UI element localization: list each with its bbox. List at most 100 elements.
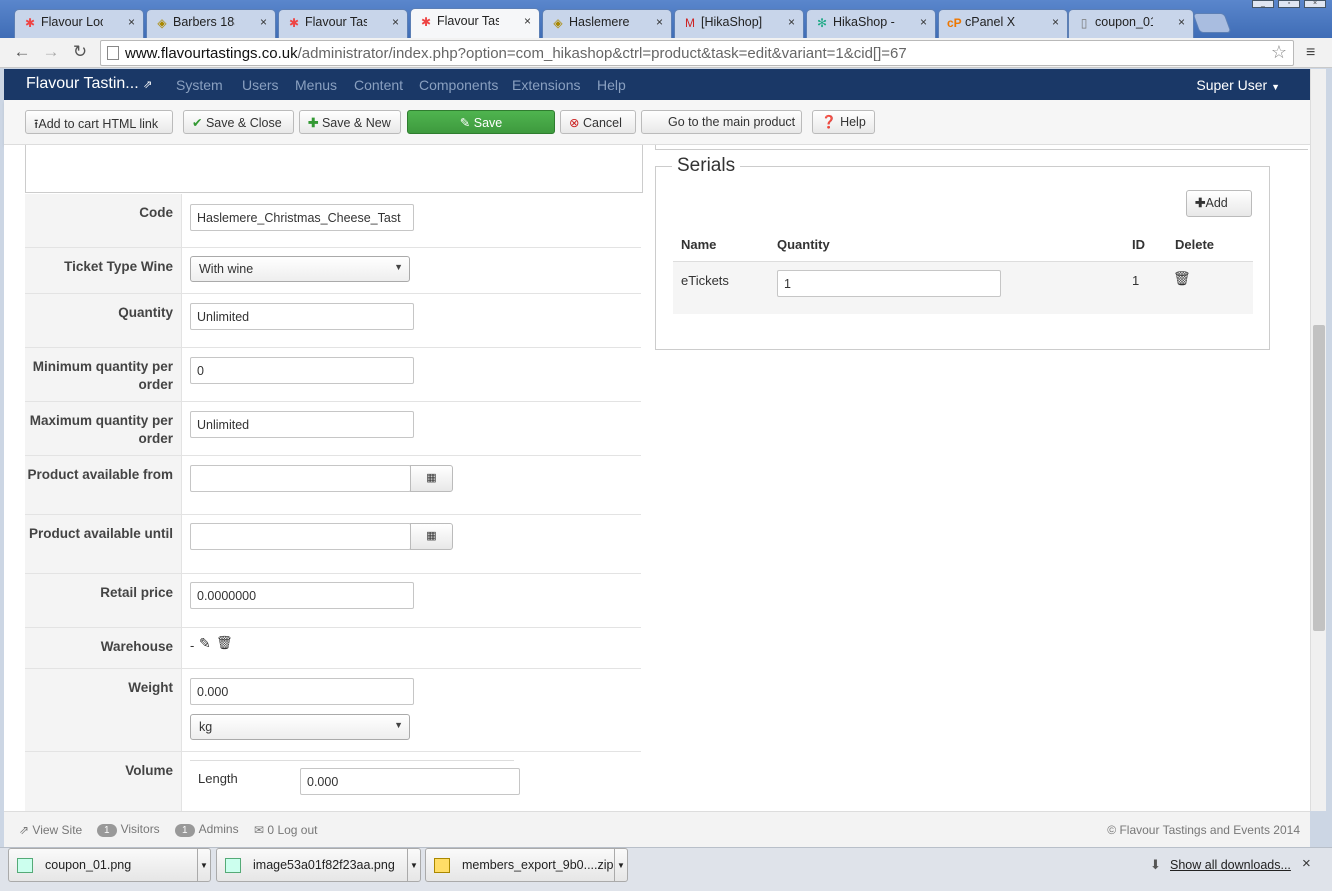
- cancel-button[interactable]: ⊗ Cancel: [560, 110, 636, 134]
- address-bar[interactable]: www.flavourtastings.co.uk/administrator/…: [100, 40, 1294, 66]
- browser-tab[interactable]: ✻HikaShop - Hi×: [806, 9, 936, 38]
- close-window-icon[interactable]: ×: [1304, 0, 1326, 8]
- menu-extensions[interactable]: Extensions: [512, 77, 580, 93]
- close-tab-icon[interactable]: ×: [1052, 15, 1059, 29]
- back-icon[interactable]: ←: [11, 42, 33, 62]
- available-from-label: Product available from: [25, 456, 182, 514]
- retail-price-label: Retail price: [25, 574, 182, 627]
- close-tab-icon[interactable]: ×: [920, 15, 927, 29]
- external-link-icon: ⇗: [143, 79, 153, 91]
- form-row-code: Code Haslemere_Christmas_Cheese_Tast: [25, 194, 641, 248]
- logout-link[interactable]: ✉ 0 Log out: [254, 823, 317, 837]
- close-tab-icon[interactable]: ×: [392, 15, 399, 29]
- save-new-button[interactable]: ✚ Save & New: [299, 110, 401, 134]
- dropdown-arrow-icon: ▼: [394, 262, 403, 272]
- browser-tab[interactable]: ✱Flavour Tastin×: [278, 9, 408, 38]
- save-button[interactable]: ✎ Save: [407, 110, 555, 134]
- browser-tab[interactable]: M[HikaShop] Di×: [674, 9, 804, 38]
- browser-tab[interactable]: ◈Barbers 1833 V×: [146, 9, 276, 38]
- trash-icon[interactable]: 🗑: [216, 635, 233, 651]
- close-tab-icon[interactable]: ×: [128, 15, 135, 29]
- admins-status: 1 Admins: [175, 822, 239, 837]
- col-name: Name: [681, 237, 717, 252]
- weight-input[interactable]: 0.000: [190, 678, 414, 705]
- close-tab-icon[interactable]: ×: [788, 15, 795, 29]
- caret-down-icon: ▼: [1271, 82, 1280, 92]
- menu-users[interactable]: Users: [242, 77, 279, 93]
- help-button[interactable]: ❓ Help: [812, 110, 875, 134]
- serial-quantity-input[interactable]: 1: [777, 270, 1001, 297]
- scrollbar-thumb[interactable]: [1313, 325, 1325, 631]
- form-row-available-from: Product available from ▦: [25, 456, 641, 515]
- quantity-input[interactable]: Unlimited: [190, 303, 414, 330]
- available-from-input[interactable]: [190, 465, 411, 492]
- mail-icon: ✉: [254, 823, 265, 837]
- browser-tab[interactable]: ✱Flavour Local -×: [14, 9, 144, 38]
- minimize-icon[interactable]: _: [1252, 0, 1274, 8]
- menu-menus[interactable]: Menus: [295, 77, 337, 93]
- user-menu[interactable]: Super User ▼: [1196, 77, 1280, 93]
- browser-menu-icon[interactable]: ≡: [1306, 44, 1320, 62]
- warehouse-value: -: [190, 638, 195, 653]
- browser-tab[interactable]: ◈Haslemere Ch×: [542, 9, 672, 38]
- browser-tab[interactable]: cP cPanel X ×: [938, 9, 1068, 38]
- menu-system[interactable]: System: [176, 77, 223, 93]
- close-tab-icon[interactable]: ×: [524, 14, 531, 28]
- page-icon: ▯: [1080, 16, 1088, 30]
- form-row-available-until: Product available until ▦: [25, 515, 641, 574]
- close-tab-icon[interactable]: ×: [260, 15, 267, 29]
- form-row-quantity: Quantity Unlimited: [25, 294, 641, 348]
- main-product-button[interactable]: Go to the main product: [641, 110, 802, 134]
- trash-icon[interactable]: 🗑: [1173, 270, 1191, 287]
- serial-id: 1: [1132, 273, 1140, 288]
- hikashop-star-icon: ✻: [816, 16, 828, 30]
- code-input[interactable]: Haslemere_Christmas_Cheese_Tast: [190, 204, 414, 231]
- site-brand[interactable]: Flavour Tastin... ⇗: [26, 75, 152, 93]
- reload-icon[interactable]: ↻: [69, 42, 91, 62]
- calendar-icon[interactable]: ▦: [410, 523, 453, 550]
- close-tab-icon[interactable]: ×: [656, 15, 663, 29]
- max-quantity-label: Maximum quantity per order: [25, 402, 182, 455]
- browser-tab-strip: ✱Flavour Local -× ◈Barbers 1833 V× ✱Flav…: [0, 0, 1332, 38]
- table-row: eTickets 1 1 🗑: [673, 261, 1253, 314]
- retail-price-input[interactable]: 0.0000000: [190, 582, 414, 609]
- bookmark-star-icon[interactable]: ☆: [1271, 42, 1287, 63]
- add-serial-button[interactable]: ✚Add: [1186, 190, 1252, 217]
- chevron-down-icon[interactable]: ▼: [614, 849, 627, 881]
- download-item[interactable]: coupon_01.png ▼: [8, 848, 211, 882]
- browser-tab-active[interactable]: ✱Flavour Tastin×: [410, 8, 540, 38]
- menu-components[interactable]: Components: [419, 77, 498, 93]
- add-to-cart-html-button[interactable]: ⭱Add to cart HTML link: [25, 110, 173, 134]
- form-row-retail-price: Retail price 0.0000000: [25, 574, 641, 628]
- chevron-down-icon[interactable]: ▼: [407, 849, 420, 881]
- new-tab-button[interactable]: [1192, 13, 1232, 33]
- calendar-icon[interactable]: ▦: [410, 465, 453, 492]
- browser-tab[interactable]: ▯coupon_01.pn×: [1068, 9, 1194, 38]
- view-site-link[interactable]: ⇗ View Site: [19, 823, 82, 837]
- weight-unit-select[interactable]: kg ▼: [190, 714, 410, 740]
- length-input[interactable]: 0.000: [300, 768, 520, 795]
- close-tab-icon[interactable]: ×: [1178, 15, 1185, 29]
- forward-icon[interactable]: →: [40, 42, 62, 62]
- page-scrollbar[interactable]: [1310, 69, 1326, 811]
- image-file-icon: [17, 858, 33, 873]
- form-row-warehouse: Warehouse - ✎ 🗑: [25, 628, 641, 669]
- available-until-input[interactable]: [190, 523, 411, 550]
- max-quantity-input[interactable]: Unlimited: [190, 411, 414, 438]
- serials-panel: Serials ✚Add Name Quantity ID Delete eTi…: [655, 155, 1270, 350]
- download-item[interactable]: members_export_9b0....zip ▼: [425, 848, 628, 882]
- download-item[interactable]: image53a01f82f23aa.png ▼: [216, 848, 421, 882]
- menu-content[interactable]: Content: [354, 77, 403, 93]
- min-quantity-input[interactable]: 0: [190, 357, 414, 384]
- help-circle-icon: ❓: [821, 115, 837, 129]
- chevron-down-icon[interactable]: ▼: [197, 849, 210, 881]
- close-icon[interactable]: ×: [1302, 855, 1311, 872]
- maximize-icon[interactable]: ▫: [1278, 0, 1300, 8]
- save-close-button[interactable]: ✔ Save & Close: [183, 110, 294, 134]
- pencil-icon[interactable]: ✎: [199, 635, 211, 652]
- menu-help[interactable]: Help: [597, 77, 626, 93]
- plus-icon: ✚: [308, 116, 319, 130]
- ticket-type-select[interactable]: With wine ▼: [190, 256, 410, 282]
- show-all-downloads-link[interactable]: Show all downloads...: [1170, 858, 1291, 872]
- browser-toolbar: ← → ↻ www.flavourtastings.co.uk/administ…: [0, 38, 1332, 68]
